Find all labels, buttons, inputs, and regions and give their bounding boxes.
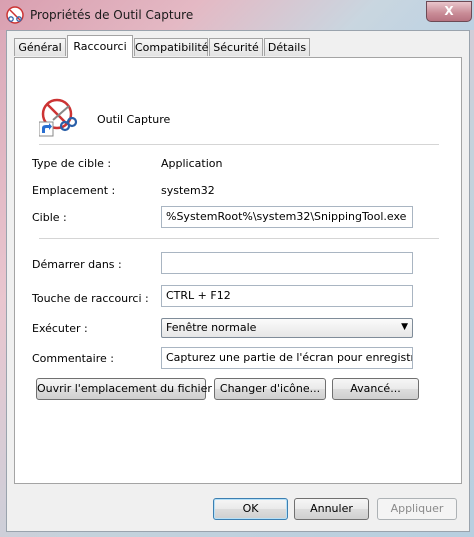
chevron-down-icon: ▼ bbox=[401, 322, 408, 332]
target-field[interactable]: %SystemRoot%\system32\SnippingTool.exe bbox=[161, 206, 413, 228]
cancel-button[interactable]: Annuler bbox=[294, 498, 369, 520]
location-label: Emplacement : bbox=[32, 184, 116, 197]
ok-button[interactable]: OK bbox=[213, 498, 288, 520]
window-title: Propriétés de Outil Capture bbox=[30, 8, 194, 22]
hotkey-label: Touche de raccourci : bbox=[32, 292, 149, 305]
divider bbox=[39, 144, 439, 145]
divider bbox=[39, 238, 439, 239]
target-type-label: Type de cible : bbox=[32, 157, 112, 170]
change-icon-button[interactable]: Changer d'icône... bbox=[214, 378, 326, 400]
run-select[interactable]: Fenêtre normale ▼ bbox=[161, 318, 413, 338]
scissors-icon bbox=[39, 98, 78, 137]
tab-shortcut[interactable]: Raccourci bbox=[67, 35, 133, 58]
run-select-value: Fenêtre normale bbox=[166, 321, 257, 334]
comment-field[interactable]: Capturez une partie de l'écran pour enre… bbox=[161, 347, 413, 369]
title-bar: Propriétés de Outil Capture X bbox=[0, 0, 474, 30]
run-label: Exécuter : bbox=[32, 322, 88, 335]
hotkey-field[interactable]: CTRL + F12 bbox=[161, 285, 413, 307]
shortcut-panel: Outil Capture Type de cible : Applicatio… bbox=[14, 57, 462, 484]
tab-details[interactable]: Détails bbox=[264, 38, 310, 56]
target-type-value: Application bbox=[161, 157, 223, 170]
target-label: Cible : bbox=[32, 211, 67, 224]
tab-general[interactable]: Général bbox=[14, 38, 66, 56]
apply-button[interactable]: Appliquer bbox=[377, 498, 457, 520]
comment-label: Commentaire : bbox=[32, 352, 114, 365]
close-icon: X bbox=[444, 4, 454, 18]
location-value: system32 bbox=[161, 184, 215, 197]
open-location-button[interactable]: Ouvrir l'emplacement du fichier bbox=[36, 378, 212, 400]
start-in-field[interactable] bbox=[161, 252, 413, 274]
tab-security[interactable]: Sécurité bbox=[209, 38, 263, 56]
close-button[interactable]: X bbox=[426, 1, 472, 22]
scissors-icon bbox=[6, 6, 24, 24]
shortcut-name: Outil Capture bbox=[97, 113, 171, 126]
properties-dialog: Général Raccourci Compatibilité Sécurité… bbox=[6, 30, 470, 532]
start-in-label: Démarrer dans : bbox=[32, 258, 122, 271]
tab-compatibility[interactable]: Compatibilité bbox=[134, 38, 208, 56]
advanced-button[interactable]: Avancé... bbox=[332, 378, 419, 400]
